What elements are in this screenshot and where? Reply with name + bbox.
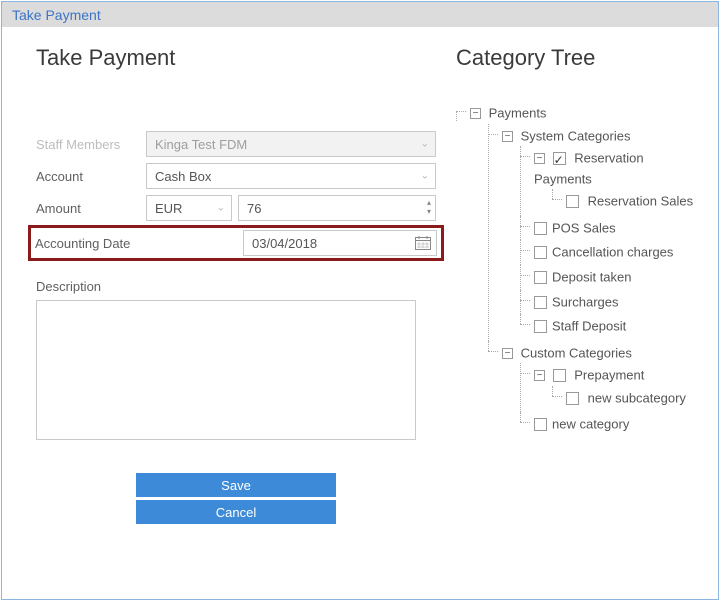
description-textarea[interactable] bbox=[36, 300, 416, 440]
stepper-icon[interactable]: ▴▾ bbox=[427, 198, 431, 216]
tree-item-label[interactable]: new subcategory bbox=[588, 390, 686, 405]
staff-members-select: Kinga Test FDM ⌄ bbox=[146, 131, 436, 157]
checkbox-reservation-sales[interactable] bbox=[566, 195, 579, 208]
chevron-down-icon: ⌄ bbox=[421, 171, 429, 182]
collapse-icon[interactable]: − bbox=[502, 131, 513, 142]
save-button[interactable]: Save bbox=[136, 473, 336, 497]
account-select[interactable]: Cash Box ⌄ bbox=[146, 163, 436, 189]
tree-item-label[interactable]: new category bbox=[552, 417, 629, 432]
tree-item-label[interactable]: Surcharges bbox=[552, 294, 618, 309]
chevron-down-icon: ⌄ bbox=[217, 203, 225, 214]
tree-item-label[interactable]: Prepayment bbox=[574, 368, 644, 383]
account-label: Account bbox=[36, 169, 146, 184]
checkbox-cancellation-charges[interactable] bbox=[534, 246, 547, 259]
tree-item-label[interactable]: Reservation Sales bbox=[588, 194, 694, 209]
tree-item-label[interactable]: POS Sales bbox=[552, 220, 616, 235]
form-heading: Take Payment bbox=[36, 45, 436, 71]
amount-input[interactable]: 76 ▴▾ bbox=[238, 195, 436, 221]
tree-heading: Category Tree bbox=[456, 45, 698, 71]
collapse-icon[interactable]: − bbox=[502, 348, 513, 359]
tree-item-label[interactable]: Deposit taken bbox=[552, 270, 632, 285]
collapse-icon[interactable]: − bbox=[534, 370, 545, 381]
tree-node-payments[interactable]: Payments bbox=[489, 106, 547, 121]
checkbox-staff-deposit[interactable] bbox=[534, 320, 547, 333]
chevron-down-icon: ⌄ bbox=[421, 139, 429, 150]
tree-node-custom-categories[interactable]: Custom Categories bbox=[521, 345, 632, 360]
tree-item-label[interactable]: Cancellation charges bbox=[552, 245, 673, 260]
accounting-date-highlight: Accounting Date 03/04/2018 bbox=[28, 225, 444, 261]
description-label: Description bbox=[36, 279, 436, 294]
form-panel: Take Payment Staff Members Kinga Test FD… bbox=[16, 45, 456, 589]
tree-node-system-categories[interactable]: System Categories bbox=[521, 128, 631, 143]
collapse-icon[interactable]: − bbox=[534, 153, 545, 164]
window-title: Take Payment bbox=[12, 7, 101, 23]
checkbox-surcharges[interactable] bbox=[534, 296, 547, 309]
amount-label: Amount bbox=[36, 201, 146, 216]
calendar-icon[interactable] bbox=[415, 236, 431, 250]
staff-members-value: Kinga Test FDM bbox=[155, 137, 247, 152]
amount-value: 76 bbox=[247, 201, 261, 216]
category-tree-panel: Category Tree − Payments − System Catego… bbox=[456, 45, 698, 589]
collapse-icon[interactable]: − bbox=[470, 108, 481, 119]
checkbox-deposit-taken[interactable] bbox=[534, 271, 547, 284]
accounting-date-value: 03/04/2018 bbox=[252, 236, 317, 251]
checkbox-pos-sales[interactable] bbox=[534, 222, 547, 235]
tree-item-label[interactable]: Reservation Payments bbox=[534, 151, 644, 187]
currency-select[interactable]: EUR ⌄ bbox=[146, 195, 232, 221]
take-payment-window: Take Payment Take Payment Staff Members … bbox=[1, 1, 719, 600]
checkbox-new-subcategory[interactable] bbox=[566, 392, 579, 405]
checkbox-prepayment[interactable] bbox=[553, 369, 566, 382]
staff-members-label: Staff Members bbox=[36, 137, 146, 152]
accounting-date-label: Accounting Date bbox=[35, 236, 145, 251]
currency-value: EUR bbox=[155, 201, 182, 216]
accounting-date-input[interactable]: 03/04/2018 bbox=[243, 230, 437, 256]
checkbox-reservation-payments[interactable] bbox=[553, 152, 566, 165]
account-value: Cash Box bbox=[155, 169, 211, 184]
category-tree: − Payments − System Categories − Reserva… bbox=[456, 101, 698, 441]
checkbox-new-category[interactable] bbox=[534, 418, 547, 431]
tree-item-label[interactable]: Staff Deposit bbox=[552, 319, 626, 334]
window-titlebar: Take Payment bbox=[2, 2, 718, 27]
cancel-button[interactable]: Cancel bbox=[136, 500, 336, 524]
